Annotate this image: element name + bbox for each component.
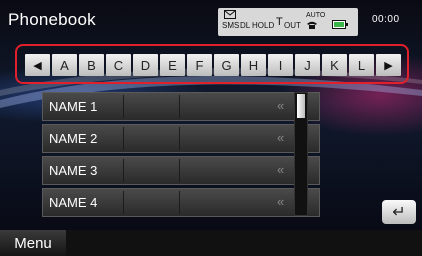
back-button[interactable]: ↵ [382, 200, 416, 224]
list-item[interactable]: NAME 1 « [42, 92, 320, 121]
letter-h-button[interactable]: H [241, 54, 266, 76]
phone-icon [307, 21, 317, 29]
phonebook-screen: Phonebook SMS DL HOLD T OUT AUTO 00:00 ◀… [0, 0, 422, 256]
next-page-button[interactable]: ▶ [376, 54, 401, 76]
letter-g-button[interactable]: G [214, 54, 239, 76]
signal-icon: T [276, 16, 283, 28]
divider [123, 127, 124, 150]
list-item-label: NAME 2 [49, 131, 98, 146]
prev-page-button[interactable]: ◀ [25, 54, 50, 76]
letter-j-button[interactable]: J [295, 54, 320, 76]
chevron-left-icon: « [277, 194, 285, 209]
divider [123, 191, 124, 214]
divider [179, 127, 180, 150]
auto-indicator: AUTO [306, 12, 326, 19]
letter-c-button[interactable]: C [106, 54, 131, 76]
letter-i-button[interactable]: I [268, 54, 293, 76]
divider [179, 95, 180, 118]
scrollbar-thumb[interactable] [297, 94, 305, 118]
letter-k-button[interactable]: K [322, 54, 347, 76]
divider [179, 191, 180, 214]
out-indicator: OUT [284, 21, 301, 30]
divider [123, 95, 124, 118]
return-icon: ↵ [392, 204, 406, 221]
list-item-label: NAME 1 [49, 99, 98, 114]
mail-icon [224, 10, 236, 19]
letter-l-button[interactable]: L [349, 54, 374, 76]
letter-e-button[interactable]: E [160, 54, 185, 76]
letter-f-button[interactable]: F [187, 54, 212, 76]
divider [123, 159, 124, 182]
list-item[interactable]: NAME 4 « [42, 188, 320, 217]
list-item-label: NAME 4 [49, 195, 98, 210]
chevron-left-icon: « [277, 162, 285, 177]
letter-a-button[interactable]: A [52, 54, 77, 76]
letter-b-button[interactable]: B [79, 54, 104, 76]
battery-icon [332, 20, 348, 29]
chevron-left-icon: « [277, 130, 285, 145]
dl-indicator: DL [240, 21, 251, 30]
status-panel: SMS DL HOLD T OUT AUTO [218, 8, 358, 36]
alphabet-bar: ◀ A B C D E F G H I J K L ▶ [25, 54, 401, 76]
letter-d-button[interactable]: D [133, 54, 158, 76]
sms-indicator: SMS [222, 21, 240, 30]
hold-indicator: HOLD [252, 21, 275, 30]
list-item[interactable]: NAME 2 « [42, 124, 320, 153]
clock: 00:00 [372, 14, 400, 25]
chevron-left-icon: « [277, 98, 285, 113]
contact-list: NAME 1 « NAME 2 « NAME 3 « NAME 4 « [42, 92, 320, 220]
list-item-label: NAME 3 [49, 163, 98, 178]
list-item[interactable]: NAME 3 « [42, 156, 320, 185]
page-title: Phonebook [8, 10, 96, 29]
menu-button[interactable]: Menu [0, 230, 66, 256]
divider [179, 159, 180, 182]
